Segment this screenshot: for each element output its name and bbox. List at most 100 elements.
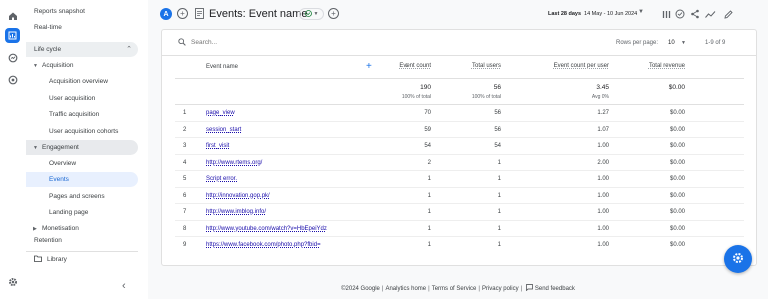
sidebar-item-overview[interactable]: Overview bbox=[26, 156, 138, 171]
date-range-label: Last 28 days bbox=[548, 11, 582, 17]
sidebar-item-engagement[interactable]: ▼ Engagement bbox=[26, 140, 138, 155]
event-name-link[interactable]: Script error. bbox=[206, 176, 237, 182]
sidebar-item-reports-snapshot[interactable]: Reports snapshot bbox=[26, 4, 138, 19]
explore-icon[interactable] bbox=[5, 50, 20, 65]
cell-revenue: $0.00 bbox=[669, 176, 685, 182]
sidebar-item-label: User acquisition cohorts bbox=[49, 128, 119, 135]
sidebar-item-events[interactable]: Events bbox=[26, 172, 138, 187]
advertising-icon[interactable] bbox=[5, 72, 20, 87]
cell-per-user: 1.00 bbox=[597, 176, 609, 182]
sidebar-item-label: Acquisition overview bbox=[49, 78, 108, 85]
event-name-link[interactable]: http://www.rtems.org/ bbox=[206, 160, 262, 166]
event-name-link[interactable]: https://www.facebook.com/photo.php?fbid= bbox=[206, 242, 321, 248]
events-table: Event name + ↓ Event count Total users E… bbox=[175, 57, 744, 254]
event-name-link[interactable]: http://www.youtube.com/watch?v=HbEpeiYdz bbox=[206, 226, 327, 232]
sidebar-section-lifecycle[interactable]: Life cycle ⌃ bbox=[26, 42, 138, 57]
add-dimension-icon[interactable]: + bbox=[366, 61, 372, 72]
row-index: 8 bbox=[183, 225, 187, 232]
pagination-range: 1-9 of 9 bbox=[705, 40, 726, 46]
cell-per-user: 1.00 bbox=[597, 209, 609, 215]
cell-revenue: $0.00 bbox=[669, 126, 685, 133]
column-header-total-users[interactable]: Total users bbox=[472, 63, 501, 69]
avatar[interactable]: A bbox=[160, 8, 172, 20]
status-dropdown[interactable]: ▼ bbox=[299, 8, 324, 20]
analytics-home-link[interactable]: Analytics home bbox=[385, 286, 426, 292]
cell-per-user: 2.00 bbox=[597, 159, 609, 166]
footer: ©2024 Google | Analytics home | Terms of Ser… bbox=[148, 284, 768, 293]
cell-total-users: 1 bbox=[497, 159, 501, 166]
collapse-sidebar-icon[interactable]: ‹ bbox=[122, 280, 126, 292]
cell-event-count: 70 bbox=[424, 110, 431, 116]
sidebar-item-label: Monetisation bbox=[42, 225, 79, 232]
cell-event-count: 1 bbox=[427, 176, 431, 182]
cell-per-user: 1.00 bbox=[597, 143, 609, 149]
total-event-count-percent: 100% of total bbox=[401, 94, 431, 100]
column-header-event-name: Event name bbox=[206, 64, 239, 70]
cell-total-users: 56 bbox=[494, 126, 501, 133]
totals-row: 190 100% of total 56 100% of total 3.45 … bbox=[175, 79, 744, 105]
sidebar-item-label: Engagement bbox=[42, 144, 79, 151]
sidebar-item-traffic-acquisition[interactable]: Traffic acquisition bbox=[26, 107, 138, 122]
edit-pencil-icon[interactable] bbox=[722, 8, 734, 20]
share-icon[interactable] bbox=[689, 8, 701, 20]
sidebar-item-monetisation[interactable]: ▶ Monetisation bbox=[26, 221, 138, 236]
total-event-count: 190 bbox=[420, 84, 431, 91]
search-input[interactable] bbox=[191, 37, 311, 48]
row-index: 5 bbox=[183, 176, 187, 182]
sidebar-item-retention[interactable]: Retention bbox=[26, 236, 138, 244]
sidebar-item-user-acquisition-cohorts[interactable]: User acquisition cohorts bbox=[26, 124, 138, 139]
event-name-link[interactable]: first_visit bbox=[206, 143, 229, 149]
column-header-total-revenue[interactable]: Total revenue bbox=[649, 63, 685, 69]
row-index: 4 bbox=[183, 159, 187, 166]
chevron-down-icon[interactable]: ▼ bbox=[681, 40, 686, 46]
cell-event-count: 1 bbox=[427, 242, 431, 248]
insights-assistant-button[interactable] bbox=[724, 245, 752, 273]
cell-total-users: 1 bbox=[497, 242, 501, 248]
sidebar-item-label: Real-time bbox=[34, 24, 62, 31]
cell-total-users: 1 bbox=[497, 209, 501, 215]
row-index: 7 bbox=[183, 209, 187, 215]
event-name-link[interactable]: http://innovation.gop.pk/ bbox=[206, 193, 270, 199]
sidebar-item-realtime[interactable]: Real-time bbox=[26, 20, 138, 35]
table-toolbar: Rows per page: 10 ▼ 1-9 of 9 bbox=[162, 30, 756, 56]
cell-per-user: 1.00 bbox=[597, 225, 609, 232]
sidebar-item-acquisition[interactable]: ▼ Acquisition bbox=[26, 58, 138, 73]
cell-event-count: 54 bbox=[424, 143, 431, 149]
event-name-link[interactable]: page_view bbox=[206, 110, 235, 116]
sidebar-item-user-acquisition[interactable]: User acquisition bbox=[26, 91, 138, 106]
chevron-down-icon[interactable]: ▼ bbox=[638, 9, 644, 15]
table-row: 4 http://www.rtems.org/ 2 1 2.00 $0.00 bbox=[175, 155, 744, 171]
home-icon[interactable] bbox=[5, 8, 20, 23]
terms-link[interactable]: Terms of Service bbox=[432, 286, 477, 292]
add-comparison-icon[interactable]: + bbox=[177, 8, 188, 19]
sidebar-item-library[interactable]: Library bbox=[26, 251, 138, 266]
total-users: 56 bbox=[493, 84, 501, 91]
column-header-event-count-per-user[interactable]: Event count per user bbox=[554, 63, 609, 69]
sidebar-item-pages-and-screens[interactable]: Pages and screens bbox=[26, 189, 138, 204]
add-filter-icon[interactable]: + bbox=[328, 8, 339, 19]
privacy-link[interactable]: Privacy policy bbox=[482, 286, 519, 292]
customize-report-icon[interactable] bbox=[660, 8, 672, 20]
table-row: 3 first_visit 54 54 1.00 $0.00 bbox=[175, 138, 744, 155]
event-name-link[interactable]: http://www.imblog.info/ bbox=[206, 209, 266, 215]
cell-event-count: 2 bbox=[427, 159, 431, 166]
sidebar-item-label: Reports snapshot bbox=[34, 8, 85, 15]
date-range-picker[interactable]: Last 28 days 14 May - 10 Jun 2024 bbox=[548, 11, 637, 17]
cell-total-users: 1 bbox=[497, 192, 501, 199]
sidebar-item-label: Traffic acquisition bbox=[49, 111, 100, 118]
sidebar-item-acquisition-overview[interactable]: Acquisition overview bbox=[26, 74, 138, 89]
column-header-event-count[interactable]: Event count bbox=[399, 63, 431, 69]
send-feedback-link[interactable]: Send feedback bbox=[535, 286, 575, 292]
sidebar-item-landing-page[interactable]: Landing page bbox=[26, 205, 138, 220]
insights-icon[interactable] bbox=[674, 8, 686, 20]
event-name-link[interactable]: session_start bbox=[206, 127, 241, 133]
rows-per-page-select[interactable]: 10 bbox=[668, 40, 675, 46]
reports-icon[interactable] bbox=[5, 28, 20, 43]
sparkle-gear-icon bbox=[731, 251, 745, 267]
cell-per-user: 1.00 bbox=[597, 192, 609, 199]
cell-revenue: $0.00 bbox=[669, 143, 685, 149]
cell-event-count: 1 bbox=[427, 209, 431, 215]
settings-icon[interactable] bbox=[5, 274, 20, 289]
events-table-card: Rows per page: 10 ▼ 1-9 of 9 Event name … bbox=[161, 29, 757, 266]
compare-trend-icon[interactable] bbox=[704, 8, 716, 20]
